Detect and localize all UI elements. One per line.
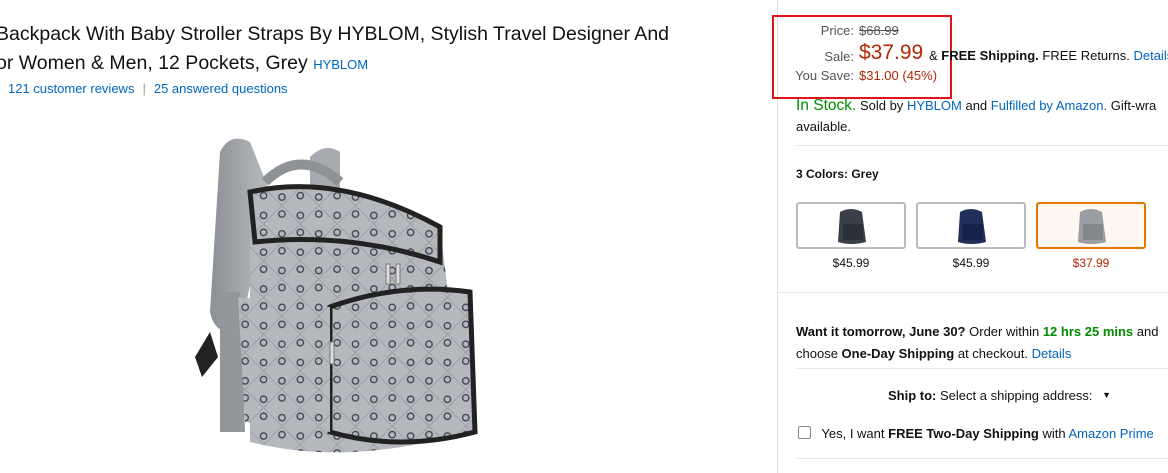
swatch-price-black: $45.99 [832,256,870,270]
fulfilled-by-amazon-link[interactable]: Fulfilled by Amazon. [991,98,1107,113]
want-it-tomorrow: Want it tomorrow, June 30? [796,324,966,339]
colors-label: 3 Colors: Grey [796,167,879,181]
product-title-line1: Backpack With Baby Stroller Straps By HY… [0,23,670,45]
divider [796,458,1168,459]
sale-price: $37.99 [859,41,924,64]
prime-with-text: with [1042,426,1066,441]
swatch-price-navy: $45.99 [952,256,990,270]
ship-to-value: Select a shipping address: [940,388,1093,403]
free-two-day-text: FREE Two-Day Shipping [888,426,1039,441]
ship-to-selector[interactable]: Ship to: Select a shipping address: ▼ [888,388,1111,403]
swatch-navy[interactable] [916,202,1026,249]
navy-backpack-icon [958,209,986,244]
ship-to-label: Ship to: [888,388,937,403]
you-save-value: $31.00 (45%) [859,68,938,83]
one-day-shipping-text: One-Day Shipping [841,346,955,361]
in-stock-text: In Stock. [796,97,857,114]
caret-down-icon: ▼ [1102,390,1112,400]
sold-by-text: Sold by [859,98,904,113]
and-text: and [965,98,988,113]
customer-reviews-link[interactable]: 121 customer reviews [8,81,134,96]
price-label: Price: [820,23,854,38]
list-price: $68.99 [859,23,899,38]
free-shipping-text: FREE Shipping. [941,48,1039,63]
order-within-text: Order within [969,324,1040,339]
prime-option: Yes, I want FREE Two-Day Shipping with A… [798,426,1154,441]
grey-backpack-icon [195,138,478,453]
prime-checkbox[interactable] [798,426,811,439]
availability: In Stock. Sold by HYBLOM and Fulfilled b… [796,95,1168,137]
shipping-info: & FREE Shipping. FREE Returns. Details [929,48,1168,63]
divider [778,292,1168,293]
grey-backpack-swatch-icon [1078,209,1106,244]
countdown-time: 12 hrs 25 mins [1042,324,1134,339]
divider [796,368,1168,369]
swatch-grey-selected[interactable] [1036,202,1146,249]
gift-wrap-text: Gift-wra [1110,98,1157,113]
delivery-details-link[interactable]: Details [1032,346,1072,361]
product-image[interactable] [190,132,490,472]
gift-wrap-available: available. [796,119,851,134]
shipping-details-link[interactable]: Details [1133,48,1168,63]
seller-link[interactable]: HYBLOM [907,98,962,113]
brand-link[interactable]: HYBLOM [313,57,368,72]
prime-pre-text: Yes, I want [821,426,885,441]
and-text: and [1136,324,1159,339]
review-summary: 121 customer reviews | 25 answered questio… [8,81,288,96]
shipping-ampersand: & [929,48,938,63]
swatch-price-grey: $37.99 [1072,256,1110,270]
sale-label: Sale: [824,49,854,64]
delivery-message: Want it tomorrow, June 30? Order within … [796,321,1168,365]
choose-text: choose [796,346,838,361]
black-backpack-icon [838,209,866,244]
amazon-prime-link[interactable]: Amazon Prime [1069,426,1154,441]
product-title-line2: or Women & Men, 12 Pockets, Grey [0,52,308,74]
answered-questions-link[interactable]: 25 answered questions [154,81,288,96]
divider [796,145,1168,146]
swatch-black[interactable] [796,202,906,249]
free-returns-text: FREE Returns. [1042,48,1130,63]
you-save-label: You Save: [795,68,854,83]
product-title: Backpack With Baby Stroller Straps By HY… [0,20,736,79]
reviews-separator: | [142,81,146,96]
at-checkout-text: at checkout. [957,346,1028,361]
